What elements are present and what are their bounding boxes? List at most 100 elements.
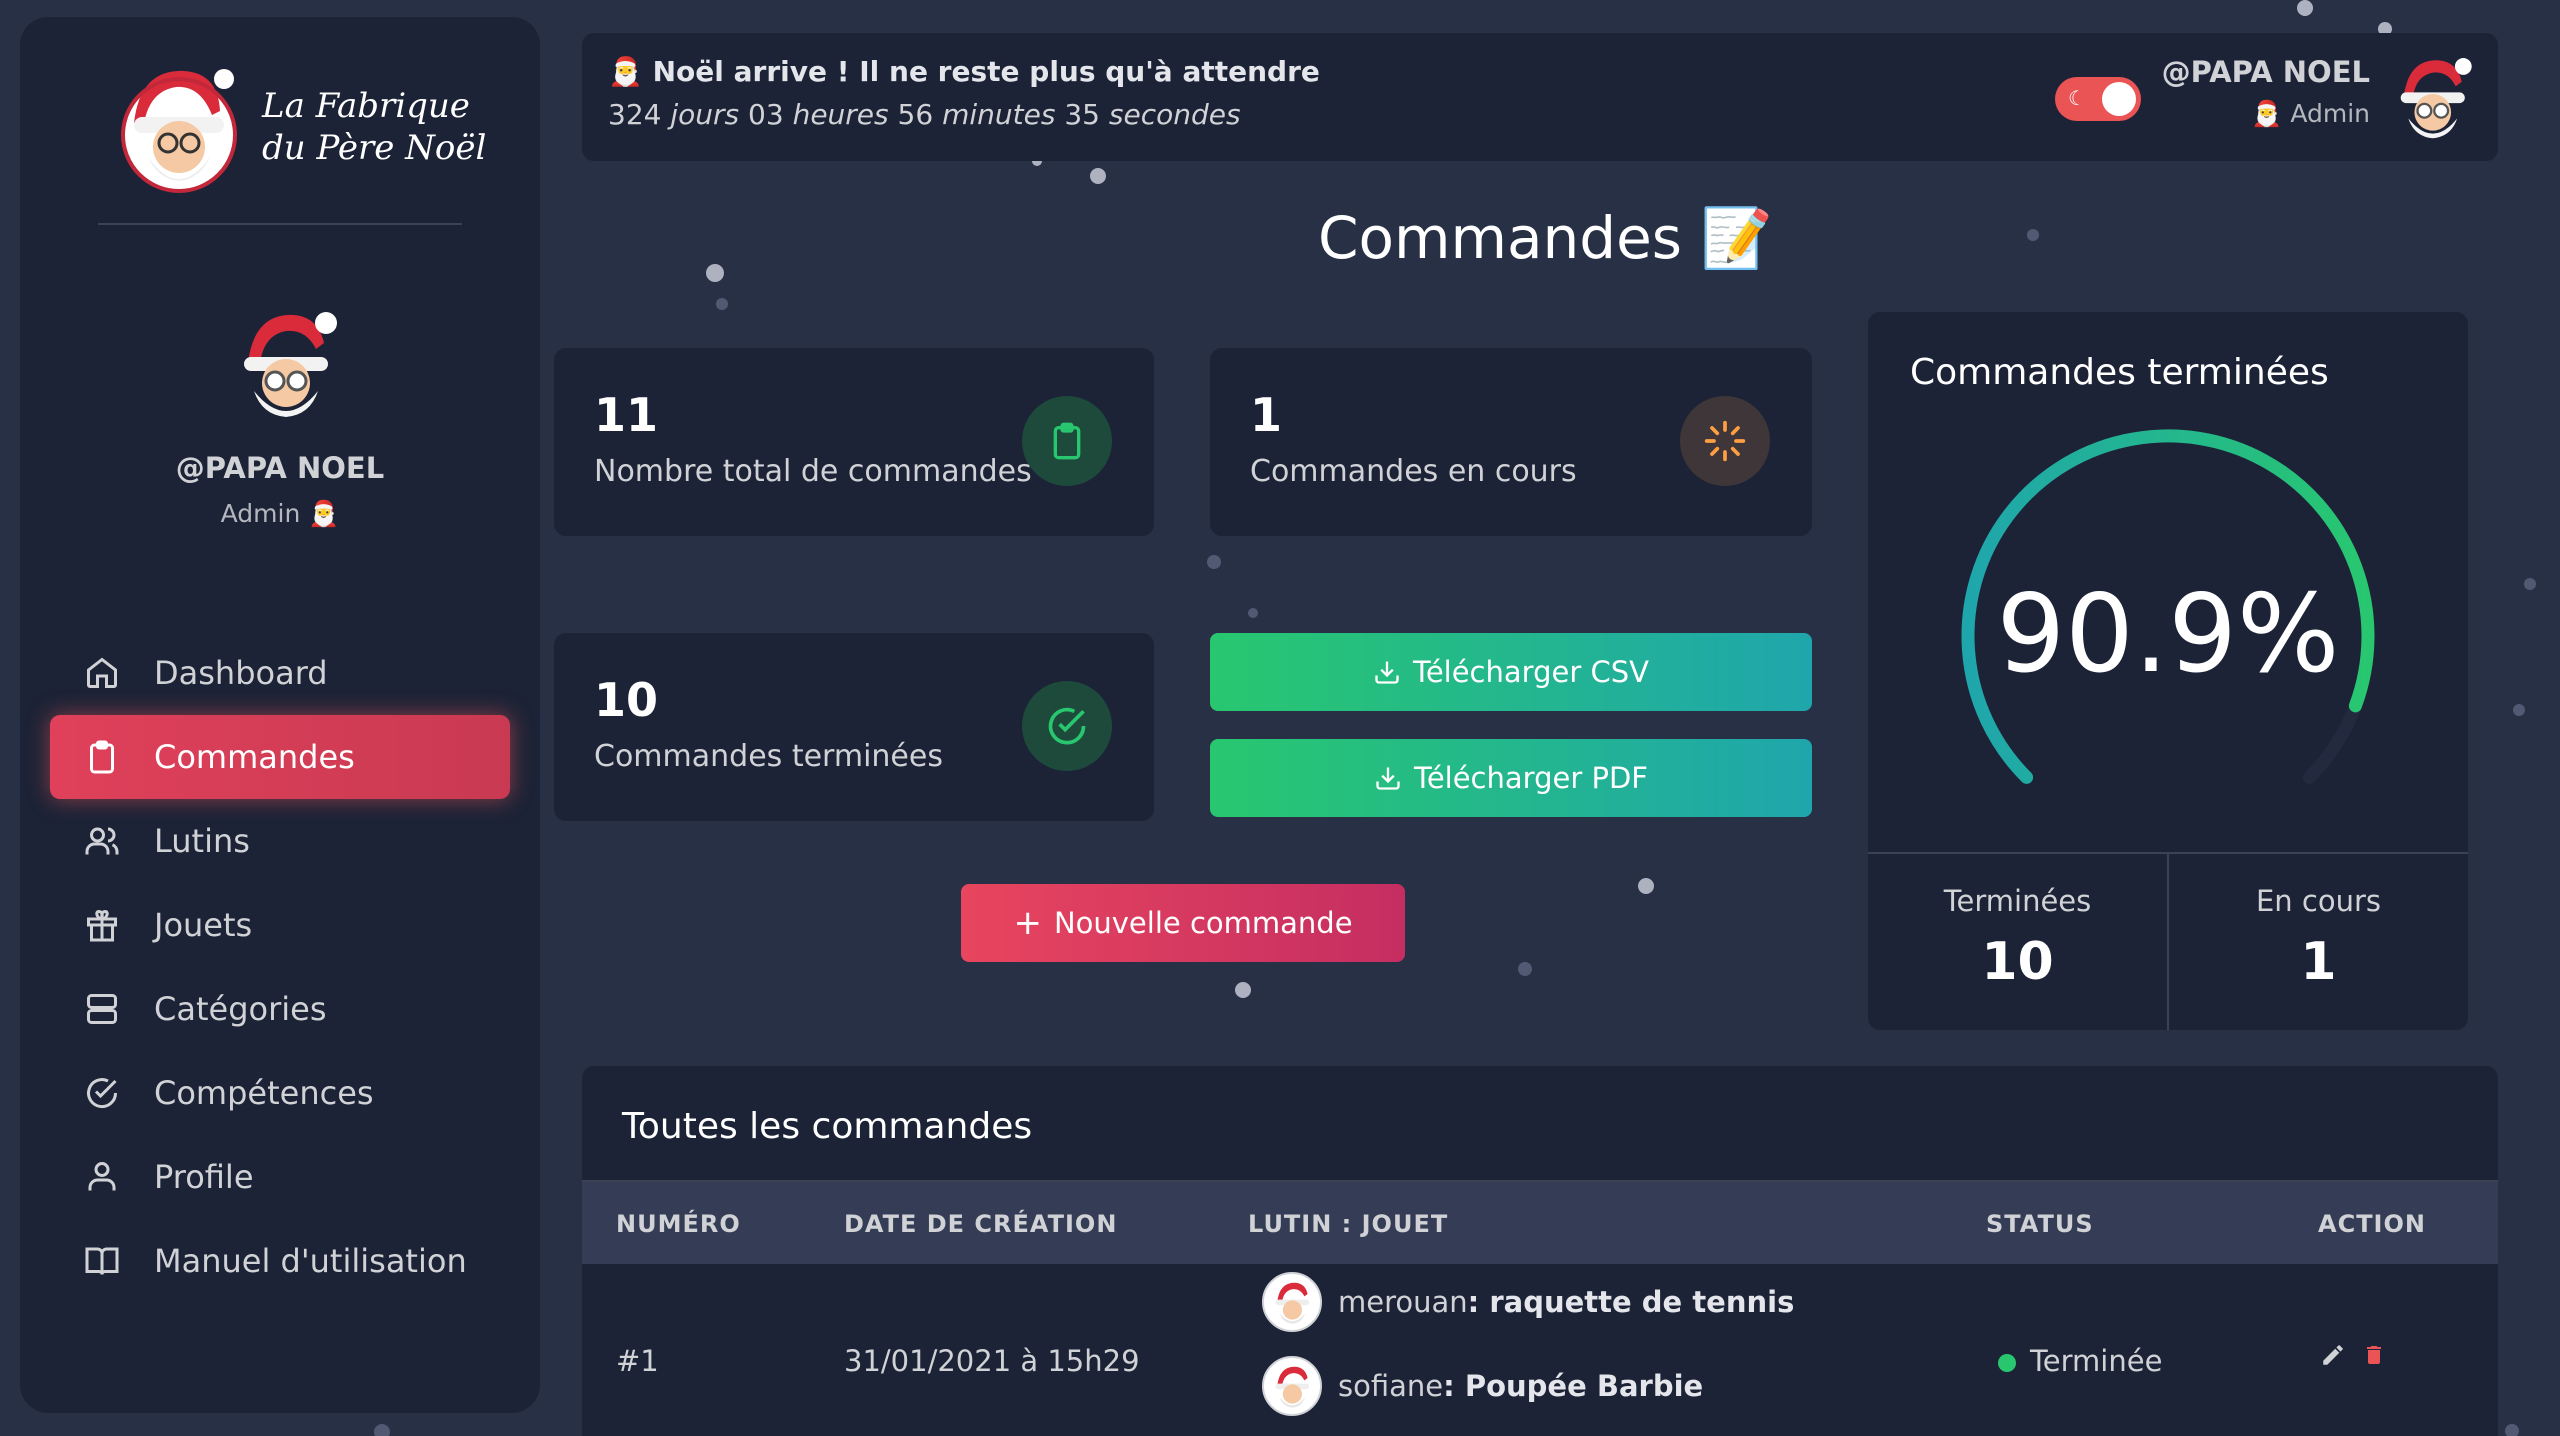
column-header-action[interactable]: ACTION bbox=[2318, 1210, 2426, 1238]
stat-value: 11 bbox=[594, 388, 659, 442]
sidebar-profile: @PAPA NOEL Admin 🎅 bbox=[20, 303, 540, 529]
new-order-button[interactable]: + Nouvelle commande bbox=[961, 884, 1405, 962]
sidebar-nav: Dashboard Commandes Lutins Jouets Catégo… bbox=[50, 631, 510, 1303]
sidebar-item-competences[interactable]: Compétences bbox=[50, 1051, 510, 1135]
new-order-label: Nouvelle commande bbox=[1053, 906, 1353, 940]
elf-name: sofiane bbox=[1338, 1369, 1444, 1403]
countdown-title: Noël arrive ! Il ne reste plus qu'à atte… bbox=[652, 55, 1320, 88]
sidebar-item-manuel[interactable]: Manuel d'utilisation bbox=[50, 1219, 510, 1303]
sidebar-item-label: Profile bbox=[154, 1158, 254, 1196]
stat-card-in-progress: 1 Commandes en cours bbox=[1210, 348, 1812, 536]
server-icon bbox=[82, 989, 122, 1029]
delete-icon[interactable] bbox=[2362, 1342, 2386, 1372]
elf-avatar bbox=[1262, 1356, 1322, 1416]
page-title: Commandes 📝 bbox=[1318, 204, 1773, 273]
page-title-text: Commandes bbox=[1318, 204, 1683, 272]
header-user-name: @PAPA NOEL bbox=[2161, 55, 2370, 89]
gauge-in-progress-value: 1 bbox=[2300, 932, 2337, 992]
header-user[interactable]: @PAPA NOEL 🎅 Admin bbox=[2162, 55, 2370, 129]
stat-value: 1 bbox=[1250, 388, 1283, 442]
santa-avatar-icon[interactable] bbox=[2390, 51, 2474, 143]
sidebar-item-profile[interactable]: Profile bbox=[50, 1135, 510, 1219]
status-text: Terminée bbox=[2030, 1344, 2163, 1378]
gauge-title: Commandes terminées bbox=[1910, 352, 2329, 393]
download-pdf-label: Télécharger PDF bbox=[1414, 761, 1648, 795]
toy-name: Poupée Barbie bbox=[1464, 1369, 1704, 1403]
sidebar-item-label: Dashboard bbox=[154, 654, 328, 692]
sidebar-item-categories[interactable]: Catégories bbox=[50, 967, 510, 1051]
table-header: NUMÉRO DATE DE CRÉATION LUTIN : JOUET ST… bbox=[582, 1180, 2498, 1264]
profile-name: @PAPA NOEL bbox=[175, 451, 385, 485]
toy-name: raquette de tennis bbox=[1489, 1285, 1795, 1319]
countdown-days-label: jours bbox=[670, 98, 740, 131]
gauge-in-progress-label: En cours bbox=[2255, 884, 2382, 918]
order-item: sofiane: Poupée Barbie bbox=[1262, 1356, 1703, 1416]
sidebar: La Fabrique du Père Noël @PAPA NOEL Admi… bbox=[20, 17, 540, 1413]
stat-label: Commandes terminées bbox=[594, 739, 943, 774]
sidebar-item-dashboard[interactable]: Dashboard bbox=[50, 631, 510, 715]
download-icon bbox=[1373, 658, 1401, 686]
book-icon bbox=[82, 1241, 122, 1281]
sidebar-item-lutins[interactable]: Lutins bbox=[50, 799, 510, 883]
stat-label: Commandes en cours bbox=[1250, 454, 1577, 489]
order-item: merouan: raquette de tennis bbox=[1262, 1272, 1794, 1332]
check-circle-icon bbox=[1022, 681, 1112, 771]
countdown-minutes-label: minutes bbox=[942, 98, 1056, 131]
sidebar-item-label: Jouets bbox=[154, 906, 253, 944]
elf-name: merouan bbox=[1338, 1285, 1468, 1319]
clipboard-icon bbox=[82, 737, 122, 777]
top-bar: 🎅 Noël arrive ! Il ne reste plus qu'à at… bbox=[582, 33, 2498, 161]
orders-table-card: Toutes les commandes NUMÉRO DATE DE CRÉA… bbox=[582, 1066, 2498, 1436]
gauge-done-label: Terminées bbox=[1943, 884, 2092, 918]
gauge-value: 90.9% bbox=[1996, 572, 2340, 697]
download-csv-button[interactable]: Télécharger CSV bbox=[1210, 633, 1812, 711]
user-icon bbox=[82, 1157, 122, 1197]
countdown-seconds: 35 bbox=[1064, 98, 1100, 131]
santa-avatar-icon bbox=[244, 312, 337, 417]
santa-logo-icon bbox=[121, 69, 237, 193]
brand-divider bbox=[98, 223, 462, 225]
users-icon bbox=[82, 821, 122, 861]
brand-line2: du Père Noël bbox=[262, 128, 487, 168]
column-header-date[interactable]: DATE DE CRÉATION bbox=[844, 1210, 1117, 1238]
header-user-role: Admin bbox=[2290, 99, 2370, 128]
download-csv-label: Télécharger CSV bbox=[1413, 655, 1649, 689]
sidebar-item-label: Commandes bbox=[154, 738, 355, 776]
moon-icon: ☾ bbox=[2068, 86, 2086, 110]
download-icon bbox=[1374, 764, 1402, 792]
status-badge: Terminée bbox=[1998, 1344, 2162, 1378]
santa-emoji-icon: 🎅 bbox=[2251, 99, 2283, 128]
table-title: Toutes les commandes bbox=[622, 1106, 1033, 1147]
completed-orders-gauge-card: Commandes terminées 90.9% Terminées 10 E… bbox=[1868, 312, 2468, 1030]
profile-role-label: Admin bbox=[220, 499, 301, 528]
sidebar-item-jouets[interactable]: Jouets bbox=[50, 883, 510, 967]
order-date: 31/01/2021 à 15h29 bbox=[844, 1344, 1140, 1378]
profile-role: Admin 🎅 bbox=[20, 499, 540, 529]
check-circle-icon bbox=[82, 1073, 122, 1113]
stat-value: 10 bbox=[594, 673, 659, 727]
stat-card-total: 11 Nombre total de commandes bbox=[554, 348, 1154, 536]
countdown-days: 324 bbox=[608, 98, 662, 131]
toggle-knob bbox=[2102, 82, 2136, 116]
christmas-countdown: 🎅 Noël arrive ! Il ne reste plus qu'à at… bbox=[608, 55, 1320, 131]
memo-emoji-icon: 📝 bbox=[1700, 204, 1773, 272]
sidebar-item-commandes[interactable]: Commandes bbox=[50, 715, 510, 799]
stat-card-done: 10 Commandes terminées bbox=[554, 633, 1154, 821]
santa-emoji-icon: 🎅 bbox=[608, 55, 643, 88]
sidebar-item-label: Lutins bbox=[154, 822, 250, 860]
column-header-status[interactable]: STATUS bbox=[1986, 1210, 2094, 1238]
sidebar-item-label: Compétences bbox=[154, 1074, 374, 1112]
edit-icon[interactable] bbox=[2320, 1342, 2346, 1372]
sidebar-item-label: Catégories bbox=[154, 990, 327, 1028]
brand-line1: La Fabrique bbox=[262, 86, 470, 126]
dark-mode-toggle[interactable]: ☾ bbox=[2055, 77, 2141, 121]
elf-avatar bbox=[1262, 1272, 1322, 1332]
brand-logo[interactable]: La Fabrique du Père Noël bbox=[120, 61, 486, 193]
column-header-elf-toy[interactable]: LUTIN : JOUET bbox=[1248, 1210, 1448, 1238]
loader-icon bbox=[1680, 396, 1770, 486]
santa-emoji-icon: 🎅 bbox=[308, 499, 340, 528]
download-pdf-button[interactable]: Télécharger PDF bbox=[1210, 739, 1812, 817]
countdown-seconds-label: secondes bbox=[1108, 98, 1241, 131]
stat-label: Nombre total de commandes bbox=[594, 454, 1032, 489]
column-header-number[interactable]: NUMÉRO bbox=[616, 1210, 741, 1238]
